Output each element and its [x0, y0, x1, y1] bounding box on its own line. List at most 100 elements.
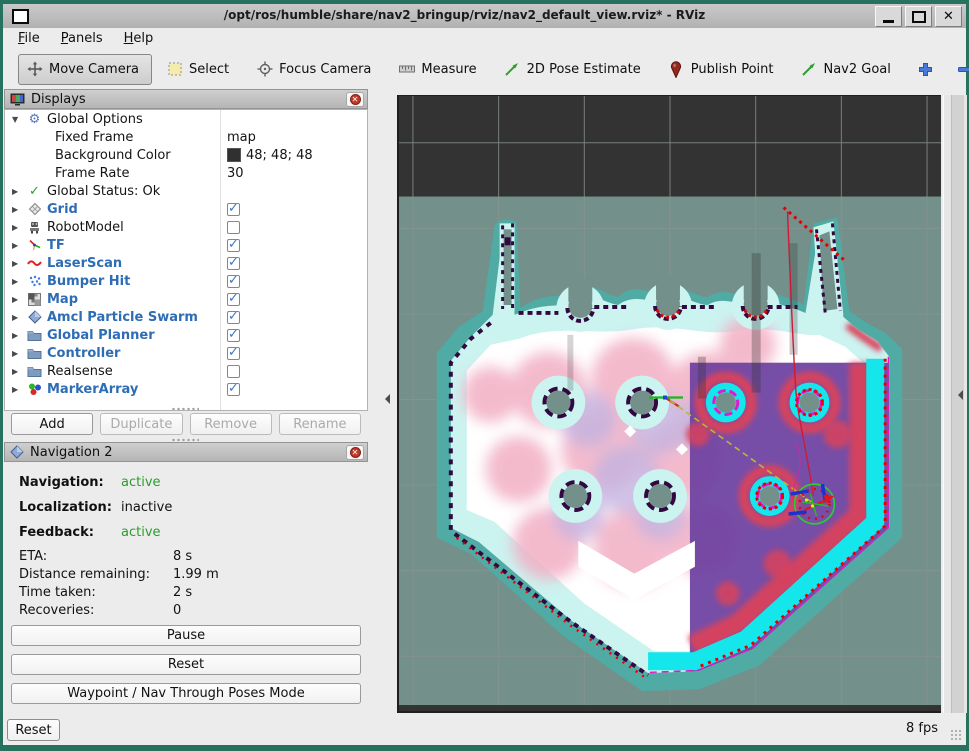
display-row-global-planner[interactable]: ▶ Global Planner	[5, 326, 367, 344]
move-camera-tool[interactable]: Move Camera	[18, 54, 152, 85]
feedback-status-row: Feedback:active	[19, 525, 94, 540]
feedback-status: active	[121, 525, 161, 540]
displays-panel-header[interactable]: Displays ✕	[4, 89, 368, 109]
navigation-label: Navigation:	[19, 475, 104, 490]
map-checkbox[interactable]	[227, 293, 240, 306]
close-button[interactable]: ✕	[935, 6, 962, 27]
maximize-icon	[912, 11, 926, 23]
menu-panels[interactable]: Panels	[61, 31, 103, 46]
waypoint-mode-button[interactable]: Waypoint / Nav Through Poses Mode	[11, 683, 361, 704]
titlebar[interactable]: /opt/ros/humble/share/nav2_bringup/rviz/…	[3, 4, 966, 28]
measure-tool[interactable]: Measure	[398, 61, 476, 78]
display-row-global-status[interactable]: ▶ ✓ Global Status: Ok	[5, 182, 367, 200]
rename-button[interactable]: Rename	[279, 413, 361, 435]
laserscan-checkbox[interactable]	[227, 257, 240, 270]
displays-close-icon: ✕	[350, 94, 361, 105]
splitter-handle[interactable]	[171, 407, 199, 411]
3d-view-canvas[interactable]	[399, 96, 941, 711]
display-row-grid[interactable]: ▶ Grid	[5, 200, 367, 218]
display-row-bumper-hit[interactable]: ▶ Bumper Hit	[5, 272, 367, 290]
right-panel-strip	[943, 95, 967, 713]
minus-icon	[957, 62, 969, 77]
fixed-frame-value[interactable]: map	[227, 130, 256, 145]
pose-estimate-tool[interactable]: 2D Pose Estimate	[504, 61, 641, 78]
markerarray-checkbox[interactable]	[227, 383, 240, 396]
expander-icon[interactable]: ▶	[12, 187, 23, 196]
bumper-dots-icon	[26, 274, 43, 289]
time-taken-label: Time taken:	[19, 585, 96, 600]
realsense-checkbox[interactable]	[227, 365, 240, 378]
nav2-close-button[interactable]: ✕	[346, 445, 364, 460]
display-row-frame-rate[interactable]: Frame Rate 30	[5, 164, 367, 182]
remove-tool-button[interactable]	[957, 62, 969, 77]
controller-checkbox[interactable]	[227, 347, 240, 360]
display-row-markerarray[interactable]: ▶ MarkerArray	[5, 380, 367, 398]
remove-button[interactable]: Remove	[190, 413, 272, 435]
menu-help[interactable]: Help	[124, 31, 154, 46]
expander-icon[interactable]: ▶	[12, 367, 23, 376]
status-check-icon: ✓	[26, 184, 43, 199]
3d-viewport[interactable]	[397, 95, 941, 713]
expander-icon[interactable]: ▶	[12, 295, 23, 304]
maximize-button[interactable]	[905, 6, 932, 27]
duplicate-button[interactable]: Duplicate	[100, 413, 182, 435]
eta-label: ETA:	[19, 549, 47, 564]
displays-close-button[interactable]: ✕	[346, 92, 364, 107]
focus-camera-tool[interactable]: Focus Camera	[256, 61, 371, 78]
display-row-robotmodel[interactable]: ▶ RobotModel	[5, 218, 367, 236]
amcl-checkbox[interactable]	[227, 311, 240, 324]
grid-checkbox[interactable]	[227, 203, 240, 216]
display-row-tf[interactable]: ▶ TF	[5, 236, 367, 254]
expander-icon[interactable]: ▶	[12, 349, 23, 358]
global-planner-checkbox[interactable]	[227, 329, 240, 342]
minimize-icon	[883, 20, 894, 23]
add-button[interactable]: Add	[11, 413, 93, 435]
expander-icon[interactable]: ▶	[12, 223, 23, 232]
display-row-global-options[interactable]: ▼ ⚙ Global Options	[5, 110, 367, 128]
eta-row: ETA:8 s	[19, 549, 47, 564]
expander-icon[interactable]: ▶	[12, 259, 23, 268]
expander-icon[interactable]: ▶	[12, 277, 23, 286]
display-row-realsense[interactable]: ▶ Realsense	[5, 362, 367, 380]
folder-icon	[26, 328, 43, 343]
splitter-collapse-right[interactable]	[953, 390, 963, 400]
expander-icon[interactable]: ▶	[12, 313, 23, 322]
pause-button[interactable]: Pause	[11, 625, 361, 646]
menu-file[interactable]: File	[18, 31, 40, 46]
display-row-controller[interactable]: ▶ Controller	[5, 344, 367, 362]
nav2-panel-header[interactable]: Navigation 2 ✕	[4, 442, 368, 462]
publish-point-tool[interactable]: Publish Point	[668, 61, 774, 78]
display-row-map[interactable]: ▶ Map	[5, 290, 367, 308]
display-row-fixed-frame[interactable]: Fixed Frame map	[5, 128, 367, 146]
robot-icon	[26, 220, 43, 235]
measure-label: Measure	[421, 62, 476, 77]
statusbar-reset-button[interactable]: Reset	[7, 719, 60, 741]
right-splitter[interactable]	[951, 95, 964, 713]
resize-grip[interactable]	[950, 729, 962, 741]
eta-value: 8 s	[173, 549, 192, 564]
splitter-collapse-left[interactable]	[380, 394, 390, 404]
display-row-amcl-particle-swarm[interactable]: ▶ Amcl Particle Swarm	[5, 308, 367, 326]
expander-icon[interactable]: ▶	[12, 385, 23, 394]
expander-icon[interactable]: ▼	[12, 115, 23, 124]
pose-estimate-label: 2D Pose Estimate	[527, 62, 641, 77]
display-row-laserscan[interactable]: ▶ LaserScan	[5, 254, 367, 272]
frame-rate-value[interactable]: 30	[227, 166, 244, 181]
nav2-goal-tool[interactable]: Nav2 Goal	[800, 61, 890, 78]
expander-icon[interactable]: ▶	[12, 241, 23, 250]
distance-row: Distance remaining:1.99 m	[19, 567, 150, 582]
focus-camera-icon	[256, 61, 273, 78]
reset-button[interactable]: Reset	[11, 654, 361, 675]
robotmodel-checkbox[interactable]	[227, 221, 240, 234]
expander-icon[interactable]: ▶	[12, 331, 23, 340]
select-tool[interactable]: Select	[166, 61, 229, 78]
alcove-pillars	[556, 276, 779, 332]
bumper-hit-checkbox[interactable]	[227, 275, 240, 288]
display-row-background-color[interactable]: Background Color 48; 48; 48	[5, 146, 367, 164]
add-tool-button[interactable]	[918, 62, 933, 77]
minimize-button[interactable]	[875, 6, 902, 27]
color-swatch[interactable]	[227, 148, 241, 162]
background-color-value[interactable]: 48; 48; 48	[246, 148, 313, 163]
expander-icon[interactable]: ▶	[12, 205, 23, 214]
tf-checkbox[interactable]	[227, 239, 240, 252]
